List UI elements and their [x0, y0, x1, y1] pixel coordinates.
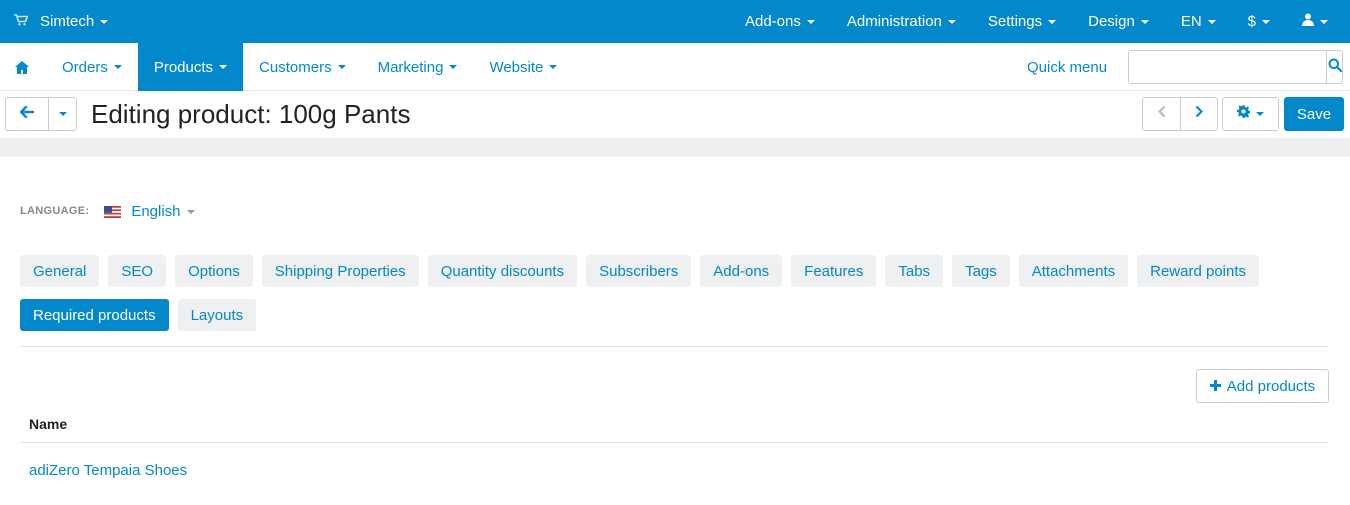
chevron-down-icon: [100, 19, 109, 24]
chevron-down-icon: [1140, 19, 1149, 24]
chevron-down-icon: [947, 19, 956, 24]
top-menu-administration[interactable]: Administration: [831, 0, 972, 43]
tab-quantity-discounts[interactable]: Quantity discounts: [427, 255, 578, 287]
home-icon[interactable]: [0, 43, 44, 91]
tab-tabs[interactable]: Tabs: [885, 255, 944, 287]
nav-website[interactable]: Website: [473, 43, 573, 91]
top-menu: Add-ons Administration Settings Design E…: [729, 0, 1350, 43]
chevron-down-icon: [219, 65, 228, 69]
us-flag-icon: [104, 205, 122, 218]
chevron-down-icon: [1262, 19, 1270, 24]
chevron-down-icon: [337, 65, 346, 69]
search-box: [1128, 50, 1343, 84]
top-bar: Simtech Add-ons Administration Settings …: [0, 0, 1350, 43]
table-header: Name: [20, 405, 1329, 443]
prev-next-group: [1142, 97, 1218, 131]
top-menu-addons[interactable]: Add-ons: [729, 0, 831, 43]
chevron-right-icon: [1195, 105, 1204, 123]
main-nav: Orders Products Customers Marketing Webs…: [0, 43, 1350, 91]
chevron-down-icon: [1207, 19, 1216, 24]
tab-subscribers[interactable]: Subscribers: [586, 255, 692, 287]
chevron-down-icon: [186, 209, 195, 214]
back-button-group: [5, 97, 77, 131]
chevron-down-icon: [1320, 19, 1328, 24]
tab-seo[interactable]: SEO: [108, 255, 167, 287]
gear-icon: [1237, 105, 1251, 123]
quick-menu-link[interactable]: Quick menu: [1027, 43, 1107, 91]
chevron-down-icon: [113, 65, 122, 69]
top-menu-settings[interactable]: Settings: [972, 0, 1072, 43]
nav-marketing[interactable]: Marketing: [362, 43, 474, 91]
chevron-down-icon: [1256, 112, 1264, 116]
chevron-down-icon: [449, 65, 458, 69]
chevron-left-icon: [1157, 105, 1166, 123]
chevron-down-icon: [549, 65, 558, 69]
header-divider: [0, 138, 1350, 157]
tab-features[interactable]: Features: [791, 255, 877, 287]
chevron-down-icon: [58, 112, 67, 116]
chevron-down-icon: [1048, 19, 1057, 24]
store-name: Simtech: [40, 13, 95, 30]
prev-product-button[interactable]: [1143, 98, 1180, 130]
plus-icon: [1209, 376, 1221, 396]
column-name-header: Name: [29, 415, 68, 432]
user-icon: [1302, 13, 1314, 30]
nav-customers[interactable]: Customers: [243, 43, 362, 91]
nav-orders[interactable]: Orders: [46, 43, 138, 91]
chevron-down-icon: [806, 19, 815, 24]
store-switcher[interactable]: Simtech: [14, 0, 109, 43]
tab-addons[interactable]: Add-ons: [700, 255, 783, 287]
add-products-button[interactable]: Add products: [1196, 369, 1329, 403]
tabs-divider: [20, 346, 1329, 347]
settings-dropdown: [1222, 97, 1279, 131]
top-menu-design[interactable]: Design: [1072, 0, 1165, 43]
language-dropdown[interactable]: English: [131, 203, 195, 220]
cart-icon: [14, 14, 29, 29]
product-link[interactable]: adiZero Tempaia Shoes: [29, 462, 187, 479]
tab-general[interactable]: General: [20, 255, 100, 287]
user-menu[interactable]: [1286, 0, 1350, 43]
search-input[interactable]: [1129, 51, 1326, 83]
save-button[interactable]: Save: [1284, 97, 1344, 131]
arrow-left-icon: [19, 105, 35, 123]
tab-layouts[interactable]: Layouts: [177, 299, 257, 331]
search-button[interactable]: [1326, 51, 1342, 83]
tab-attachments[interactable]: Attachments: [1018, 255, 1129, 287]
nav-products[interactable]: Products: [137, 43, 244, 91]
settings-button[interactable]: [1223, 98, 1278, 130]
currency-selector[interactable]: $: [1232, 0, 1286, 43]
page-title: Editing product: 100g Pants: [91, 99, 411, 129]
language-label: LANGUAGE:: [20, 205, 90, 217]
table-row: adiZero Tempaia Shoes: [20, 452, 1329, 488]
tab-required-products[interactable]: Required products: [20, 299, 169, 331]
title-bar: Editing product: 100g Pants Save: [0, 91, 1350, 138]
tab-reward-points[interactable]: Reward points: [1137, 255, 1260, 287]
language-selector[interactable]: EN: [1165, 0, 1232, 43]
search-icon: [1328, 58, 1342, 77]
tab-options[interactable]: Options: [175, 255, 253, 287]
back-dropdown-button[interactable]: [48, 98, 76, 130]
back-button[interactable]: [6, 98, 48, 130]
language-row: LANGUAGE: English: [20, 200, 195, 222]
tab-shipping-properties[interactable]: Shipping Properties: [261, 255, 419, 287]
product-tabs: General SEO Options Shipping Properties …: [20, 255, 1260, 331]
next-product-button[interactable]: [1180, 98, 1217, 130]
tab-tags[interactable]: Tags: [952, 255, 1010, 287]
